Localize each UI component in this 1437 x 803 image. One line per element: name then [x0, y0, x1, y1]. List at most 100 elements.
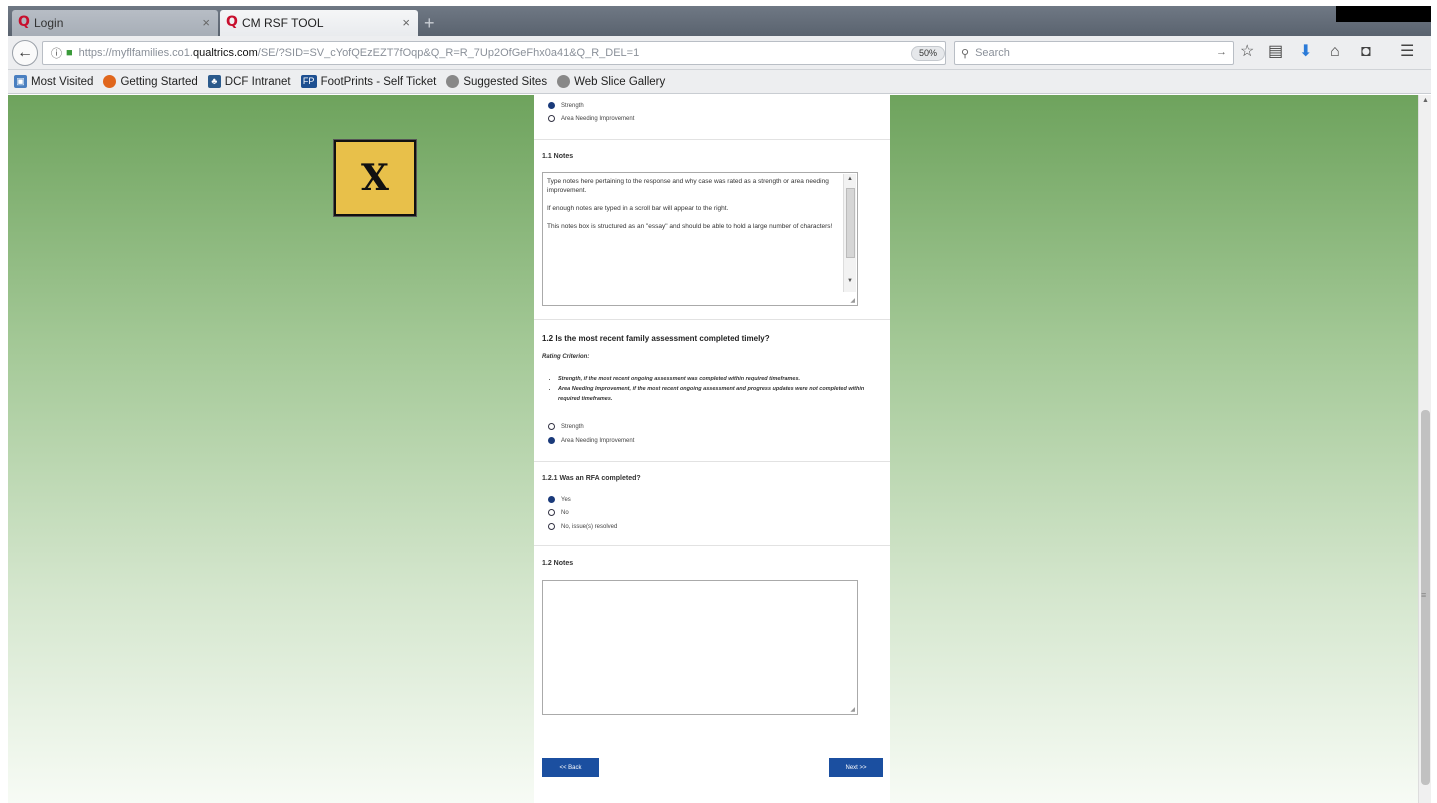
url-path: /SE/?SID=SV_cYofQEzEZT7fOqp&Q_R=R_7Up2Of… [257, 47, 640, 59]
option-area-needing-improvement[interactable]: Area Needing Improvement [548, 437, 634, 444]
radio-icon[interactable] [548, 509, 555, 516]
url-bar[interactable]: ⓘ ■ https://myflfamilies.co1. qualtrics.c… [42, 41, 964, 65]
radio-selected-icon[interactable] [548, 102, 555, 109]
option-no-issues-resolved[interactable]: No, issue(s) resolved [548, 523, 617, 530]
option-label: Strength [561, 423, 584, 430]
radio-selected-icon[interactable] [548, 496, 555, 503]
divider [534, 545, 890, 546]
bookmarks-toolbar: ▣ Most Visited Getting Started ♣ DCF Int… [8, 70, 1431, 94]
qualtrics-icon: Q [226, 14, 238, 30]
navigation-bar: ← ⓘ ■ https://myflfamilies.co1. qualtrics… [8, 36, 1431, 70]
bookmark-label: Suggested Sites [463, 75, 548, 88]
qualtrics-icon: Q [18, 14, 30, 30]
radio-selected-icon[interactable] [548, 437, 555, 444]
lock-icon: ■ [66, 47, 73, 59]
url-prefix: https://myflfamilies.co1. [78, 47, 193, 59]
menu-icon[interactable]: ☰ [1400, 43, 1414, 61]
bookmark-suggested-sites[interactable]: Suggested Sites [446, 75, 547, 88]
divider [534, 139, 890, 140]
resize-grip-icon[interactable]: ◢ [850, 297, 855, 304]
bookmark-most-visited[interactable]: ▣ Most Visited [14, 75, 93, 88]
question-1-2-1-title: 1.2.1 Was an RFA completed? [542, 475, 641, 482]
bookmark-dcf-intranet[interactable]: ♣ DCF Intranet [207, 75, 291, 88]
zoom-indicator[interactable]: 50% [911, 46, 946, 61]
option-label: No [561, 509, 569, 516]
notes-1-2-label: 1.2 Notes [542, 560, 574, 567]
x-marker-box: X [334, 140, 416, 216]
bookmark-label: DCF Intranet [224, 75, 291, 88]
criteria-item: Strength, if the most recent ongoing ass… [558, 374, 872, 384]
next-button[interactable]: Next >> [829, 758, 883, 777]
option-yes[interactable]: Yes [548, 496, 571, 503]
option-no[interactable]: No [548, 509, 569, 516]
tab-bar: Q Login × Q CM RSF TOOL × + [8, 6, 1431, 36]
scroll-up-icon[interactable]: ▲ [847, 176, 853, 182]
info-icon[interactable]: ⓘ [51, 45, 62, 61]
scroll-grip-icon: ≡ [1421, 590, 1427, 600]
page-scrollbar[interactable]: ▲ ≡ [1418, 95, 1431, 803]
scroll-down-icon[interactable]: ▼ [847, 278, 853, 284]
reading-list-icon[interactable]: ▤ [1268, 43, 1283, 61]
bookmark-folder-icon: ▣ [14, 75, 27, 88]
tab-label: CM RSF TOOL [242, 16, 324, 30]
notes-1-2-textarea[interactable]: ◢ [542, 580, 858, 715]
notes-paragraph: If enough notes are typed in a scroll ba… [547, 205, 729, 212]
home-icon[interactable]: ⌂ [1330, 43, 1340, 61]
notes-paragraph: This notes box is structured as an "essa… [547, 223, 833, 230]
tab-label: Login [34, 16, 64, 30]
close-icon[interactable]: × [202, 15, 210, 30]
option-label: No, issue(s) resolved [561, 523, 618, 530]
option-label: Area Needing Improvement [561, 115, 635, 122]
scroll-up-icon[interactable]: ▲ [1422, 97, 1429, 104]
tab-cm-rsf-tool[interactable]: Q CM RSF TOOL × [220, 10, 418, 36]
arrow-right-icon[interactable]: → [1216, 46, 1227, 58]
question-1-2-title: 1.2 Is the most recent family assessment… [542, 334, 770, 343]
bookmark-getting-started[interactable]: Getting Started [103, 75, 198, 88]
bookmark-label: FootPrints - Self Ticket [320, 75, 437, 88]
option-area-needing-improvement[interactable]: Area Needing Improvement [548, 115, 634, 122]
globe-icon [446, 75, 460, 88]
resize-grip-icon[interactable]: ◢ [850, 706, 855, 713]
tab-login[interactable]: Q Login × [12, 10, 218, 36]
back-button[interactable]: ← [12, 40, 38, 66]
scroll-thumb[interactable] [846, 188, 855, 258]
divider [534, 461, 890, 462]
option-strength[interactable]: Strength [548, 423, 584, 430]
tab-strip: Q Login × Q CM RSF TOOL × + [0, 0, 1437, 38]
radio-icon[interactable] [548, 115, 555, 122]
textarea-scrollbar[interactable]: ▲ ▼ [843, 174, 856, 292]
firefox-icon [103, 75, 117, 88]
radio-icon[interactable] [548, 423, 555, 430]
notes-1-1-textarea[interactable]: Type notes here pertaining to the respon… [542, 172, 858, 306]
download-icon[interactable]: ⬇ [1299, 43, 1312, 61]
new-tab-icon[interactable]: + [424, 14, 435, 32]
star-icon[interactable]: ☆ [1240, 43, 1254, 61]
rating-criteria-label: Rating Criterion: [542, 354, 590, 360]
page-viewport: X Strength Area Needing Improvement 1.1 … [8, 95, 1418, 803]
close-icon[interactable]: × [402, 15, 410, 30]
search-input[interactable]: ⚲ Search → [954, 41, 1234, 65]
criteria-item: Area Needing Improvement, if the most re… [558, 384, 872, 404]
dcf-icon: ♣ [207, 75, 221, 88]
notes-1-1-content: Type notes here pertaining to the respon… [543, 173, 843, 244]
back-button[interactable]: << Back [542, 758, 599, 777]
bookmark-footprints[interactable]: FP FootPrints - Self Ticket [300, 75, 437, 88]
bookmark-label: Most Visited [31, 75, 94, 88]
globe-icon [557, 75, 571, 88]
browser-window: Q Login × Q CM RSF TOOL × + ← ⓘ ■ https:… [0, 0, 1437, 803]
notes-1-2-content [543, 581, 843, 589]
notes-1-1-label: 1.1 Notes [542, 153, 574, 160]
footprints-icon: FP [300, 75, 317, 88]
survey-panel: Strength Area Needing Improvement 1.1 No… [534, 95, 890, 803]
search-icon: ⚲ [961, 47, 970, 60]
bookmark-label: Getting Started [120, 75, 198, 88]
url-host: qualtrics.com [192, 47, 258, 59]
rating-criteria-list: Strength, if the most recent ongoing ass… [552, 374, 872, 404]
option-strength[interactable]: Strength [548, 102, 584, 109]
bookmark-web-slice-gallery[interactable]: Web Slice Gallery [557, 75, 665, 88]
pocket-icon[interactable]: ◘ [1361, 43, 1371, 61]
x-marker-label: X [361, 157, 389, 199]
search-placeholder: Search [975, 47, 1010, 59]
bookmark-label: Web Slice Gallery [574, 75, 666, 88]
radio-icon[interactable] [548, 523, 555, 530]
